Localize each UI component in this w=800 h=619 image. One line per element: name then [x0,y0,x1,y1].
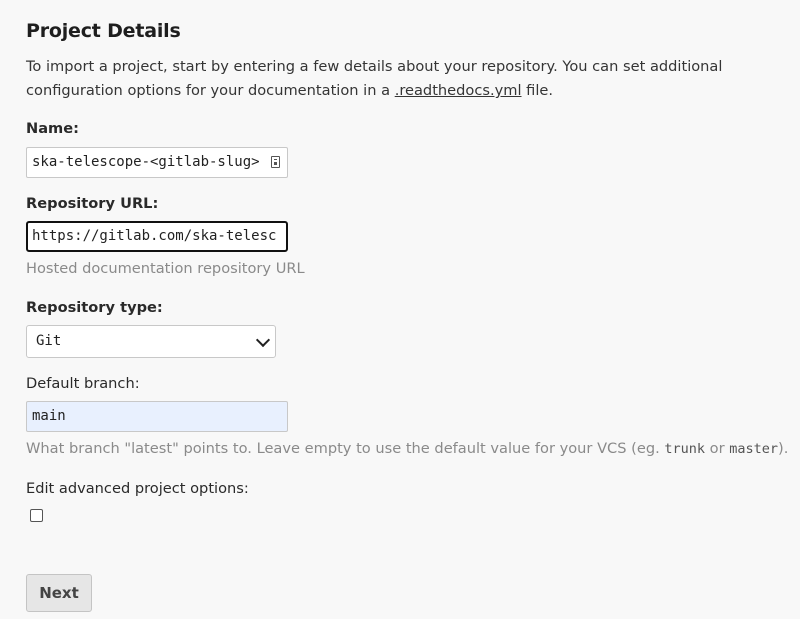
trunk-code: trunk [664,441,706,457]
intro-text: To import a project, start by entering a… [26,58,723,99]
repo-url-field[interactable]: https://gitlab.com/ska-telesc [26,221,288,252]
name-field[interactable]: ska-telescope-<gitlab-slug> [26,147,288,178]
next-button[interactable]: Next [26,574,92,612]
repo-url-help: Hosted documentation repository URL [26,260,305,277]
repo-type-select[interactable]: Git [26,325,276,358]
advanced-options-label: Edit advanced project options: [26,480,249,497]
repo-type-label: Repository type: [26,299,163,316]
master-code: master [729,441,779,457]
default-branch-field[interactable]: main [26,401,288,432]
name-label: Name: [26,120,80,137]
advanced-options-checkbox[interactable] [30,509,43,522]
page-title: Project Details [26,20,181,42]
chevron-down-icon [255,332,271,348]
readthedocs-yml-link[interactable]: .readthedocs.yml [395,82,522,99]
default-branch-label: Default branch: [26,375,140,392]
autofill-key-icon[interactable] [271,156,280,168]
repo-url-label: Repository URL: [26,195,159,212]
default-branch-help: What branch "latest" points to. Leave em… [26,440,789,457]
